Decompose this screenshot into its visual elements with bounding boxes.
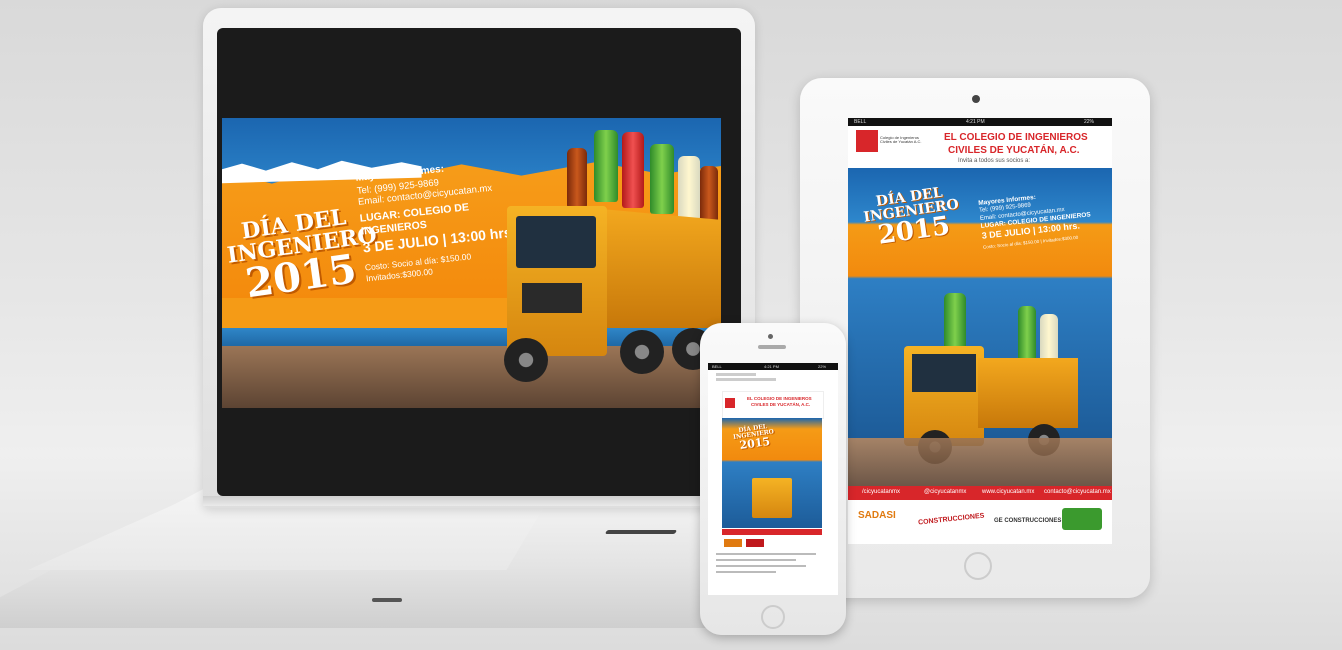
sponsor-sadasi: SADASI (858, 510, 896, 521)
phone-speaker (758, 345, 786, 349)
social-bar: /cicyucatanmx @cicyucatanmx www.cicyucat… (848, 486, 1112, 500)
tablet-status-bar: BELL 4:21 PM 22% (848, 118, 1112, 126)
phone-text-line (716, 565, 806, 567)
sponsor-logo-green (1062, 508, 1102, 530)
phone-truck (752, 478, 792, 518)
logo-caption: Colegio de Ingenieros Civiles de Yucatán… (880, 135, 922, 145)
tablet-screen: Colegio de Ingenieros Civiles de Yucatán… (848, 118, 1112, 544)
phone-camera (768, 334, 773, 339)
phone-home-button[interactable] (761, 605, 785, 629)
phone-battery: 22% (818, 364, 827, 369)
tablet-carrier: BELL (854, 119, 867, 125)
banner-title: DÍA DEL INGENIERO 2015 (223, 204, 379, 307)
phone-org-line1: EL COLEGIO DE INGENIEROS (747, 396, 812, 401)
org-name-line1: EL COLEGIO DE INGENIEROS (944, 132, 1088, 143)
phone-status-bar: BELL 4:21 PM 22% (708, 363, 838, 370)
phone-text-line (716, 559, 796, 561)
tablet-time: 4:21 PM (966, 119, 985, 125)
phone-sponsor (724, 539, 742, 547)
phone-text-line (716, 373, 756, 376)
event-banner: DÍA DEL INGENIERO 2015 Mayores Informes:… (222, 118, 721, 408)
sponsor-ge: GE CONSTRUCCIONES (994, 518, 1062, 524)
phone-org-line2: CIVILES DE YUCATÁN, A.C. (751, 402, 811, 407)
laptop-port (372, 598, 402, 602)
laptop-slot (604, 530, 678, 534)
cicy-logo (856, 130, 878, 152)
laptop-palmrest (28, 500, 548, 570)
bottle-green (1018, 306, 1036, 366)
phone-poster: DÍA DEL INGENIERO 2015 (722, 418, 822, 528)
social-website[interactable]: www.cicyucatan.mx (982, 489, 1034, 495)
phone-title: DÍA DEL INGENIERO 2015 (723, 422, 786, 453)
tablet-camera (972, 95, 980, 103)
tablet-road (848, 438, 1112, 486)
phone-text-line (716, 378, 776, 381)
sponsor-construcciones: CONSTRUCCIONES (917, 512, 985, 527)
invite-text: Invita a todos sus socios a: (958, 158, 1031, 164)
org-name-line2: CIVILES DE YUCATÁN, A.C. (948, 145, 1080, 156)
social-facebook[interactable]: /cicyucatanmx (862, 489, 900, 495)
phone-screen: EL COLEGIO DE INGENIEROS CIVILES DE YUCA… (708, 363, 838, 595)
dump-truck (502, 188, 721, 388)
phone-social-bar (722, 529, 822, 535)
social-twitter[interactable]: @cicyucatanmx (924, 489, 966, 495)
phone-email-header: EL COLEGIO DE INGENIEROS CIVILES DE YUCA… (722, 391, 824, 419)
phone-text-line (716, 571, 776, 573)
bottle-green (944, 293, 966, 353)
social-email[interactable]: contacto@cicyucatan.mx (1044, 489, 1111, 495)
tablet-truck-bed (978, 358, 1078, 428)
laptop-hinge (203, 496, 755, 506)
phone-time: 4:21 PM (764, 364, 779, 369)
tablet-battery: 22% (1084, 119, 1095, 125)
phone-text-line (716, 553, 816, 555)
phone-logo (725, 398, 735, 408)
tablet-home-button[interactable] (964, 552, 992, 580)
phone-carrier: BELL (712, 364, 722, 369)
phone-sponsor (746, 539, 764, 547)
tablet-truck-window (912, 354, 976, 392)
